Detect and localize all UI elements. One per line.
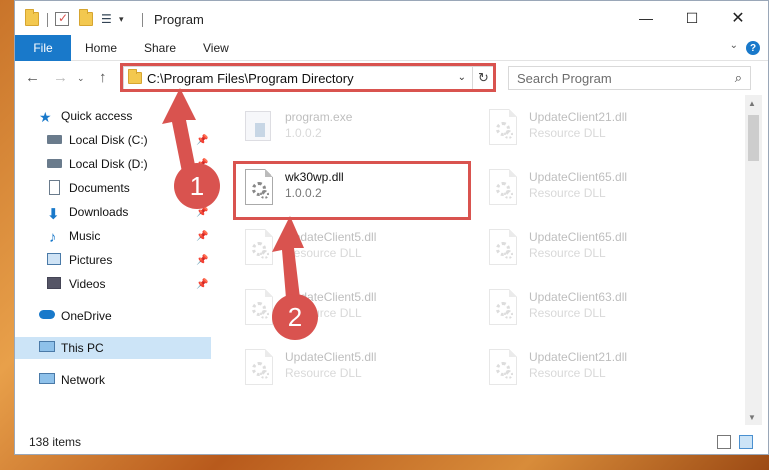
search-icon[interactable]: ⌕ — [735, 70, 742, 86]
tab-home[interactable]: Home — [85, 35, 117, 61]
file-list: program.exe 1.0.0.2 UpdateClient21.dll R… — [211, 95, 741, 425]
separator — [142, 13, 143, 27]
customize-toolbar-icon[interactable]: ☰ — [101, 12, 115, 26]
cloud-icon — [39, 310, 55, 319]
documents-icon — [49, 180, 60, 195]
sidebar-item-network[interactable]: Network — [15, 369, 211, 391]
search-input[interactable]: Search Program ⌕ — [508, 66, 751, 90]
large-icons-view-icon[interactable] — [739, 435, 753, 449]
search-placeholder: Search Program — [517, 71, 612, 86]
file-item[interactable]: UpdateClient21.dll Resource DLL — [487, 345, 727, 395]
star-icon: ★ — [39, 109, 52, 125]
up-button[interactable]: ↑ — [99, 69, 107, 86]
new-folder-icon[interactable] — [79, 9, 93, 26]
pin-icon[interactable]: 📌 — [196, 255, 208, 266]
separator — [47, 13, 48, 27]
sidebar-item-local-disk-c[interactable]: Local Disk (C:) 📌 — [15, 129, 211, 151]
pin-icon[interactable]: 📌 — [196, 279, 208, 290]
sidebar-item-quick-access[interactable]: ★ Quick access — [15, 105, 211, 127]
details-view-icon[interactable] — [717, 435, 731, 449]
computer-icon — [39, 341, 55, 352]
file-highlight-box — [233, 161, 471, 220]
folder-icon[interactable] — [25, 9, 39, 26]
title-bar: ✓ ☰ ▾ Program — ☐ ✕ — [15, 1, 768, 35]
status-bar: 138 items — [15, 431, 768, 454]
exe-file-icon — [243, 107, 275, 147]
sidebar-item-downloads[interactable]: ⬇ Downloads 📌 — [15, 201, 211, 223]
network-icon — [39, 373, 55, 384]
ribbon: File Home Share View ⌄ ? — [15, 35, 768, 61]
minimize-icon[interactable]: — — [623, 1, 669, 35]
drive-icon — [47, 135, 62, 144]
tab-share[interactable]: Share — [144, 35, 176, 61]
tab-file[interactable]: File — [15, 35, 71, 61]
recent-dropdown-icon[interactable]: ⌄ — [77, 73, 85, 84]
address-highlight-box — [120, 63, 496, 92]
dll-file-icon — [243, 287, 275, 327]
sidebar-item-this-pc[interactable]: This PC — [15, 337, 211, 359]
quick-access-dropdown-icon[interactable]: ▾ — [119, 14, 124, 25]
file-item[interactable]: UpdateClient63.dll Resource DLL — [487, 285, 727, 335]
music-icon: ♪ — [49, 229, 57, 246]
pictures-icon — [47, 253, 61, 265]
file-item[interactable]: UpdateClient21.dll Resource DLL — [487, 105, 727, 155]
file-item[interactable]: UpdateClient65.dll Resource DLL — [487, 165, 727, 215]
download-icon: ⬇ — [47, 206, 60, 223]
properties-icon[interactable]: ✓ — [55, 11, 69, 26]
navigation-pane: ★ Quick access Local Disk (C:) 📌 Local D… — [15, 95, 211, 425]
item-count: 138 items — [29, 435, 82, 449]
close-icon[interactable]: ✕ — [715, 1, 761, 35]
drive-icon — [47, 159, 62, 168]
videos-icon — [47, 277, 61, 289]
dll-file-icon — [243, 347, 275, 387]
sidebar-item-pictures[interactable]: Pictures 📌 — [15, 249, 211, 271]
window-title: Program — [154, 12, 204, 27]
sidebar-item-music[interactable]: ♪ Music 📌 — [15, 225, 211, 247]
dll-file-icon — [487, 347, 519, 387]
file-item[interactable]: UpdateClient5.dll Resource DLL — [243, 225, 483, 275]
step-1-badge: 1 — [174, 163, 220, 209]
dll-file-icon — [487, 107, 519, 147]
help-icon[interactable]: ? — [746, 41, 760, 55]
sidebar-item-videos[interactable]: Videos 📌 — [15, 273, 211, 295]
pin-icon[interactable]: 📌 — [196, 135, 208, 146]
dll-file-icon — [487, 167, 519, 207]
file-item[interactable]: UpdateClient5.dll Resource DLL — [243, 345, 483, 395]
vertical-scrollbar[interactable]: ▲ ▼ — [745, 95, 762, 425]
file-item[interactable]: program.exe 1.0.0.2 — [243, 105, 483, 155]
scroll-down-icon[interactable]: ▼ — [748, 413, 756, 422]
sidebar-item-onedrive[interactable]: OneDrive — [15, 305, 211, 327]
forward-button[interactable]: → — [53, 69, 68, 86]
tab-view[interactable]: View — [203, 35, 229, 61]
back-button[interactable]: ← — [25, 69, 40, 86]
dll-file-icon — [487, 227, 519, 267]
scroll-up-icon[interactable]: ▲ — [748, 99, 756, 108]
pin-icon[interactable]: 📌 — [196, 231, 208, 242]
dll-file-icon — [487, 287, 519, 327]
maximize-icon[interactable]: ☐ — [669, 1, 715, 35]
expand-ribbon-icon[interactable]: ⌄ — [730, 40, 738, 51]
scrollbar-thumb[interactable] — [748, 115, 759, 161]
step-2-badge: 2 — [272, 294, 318, 340]
dll-file-icon — [243, 227, 275, 267]
file-item[interactable]: UpdateClient65.dll Resource DLL — [487, 225, 727, 275]
